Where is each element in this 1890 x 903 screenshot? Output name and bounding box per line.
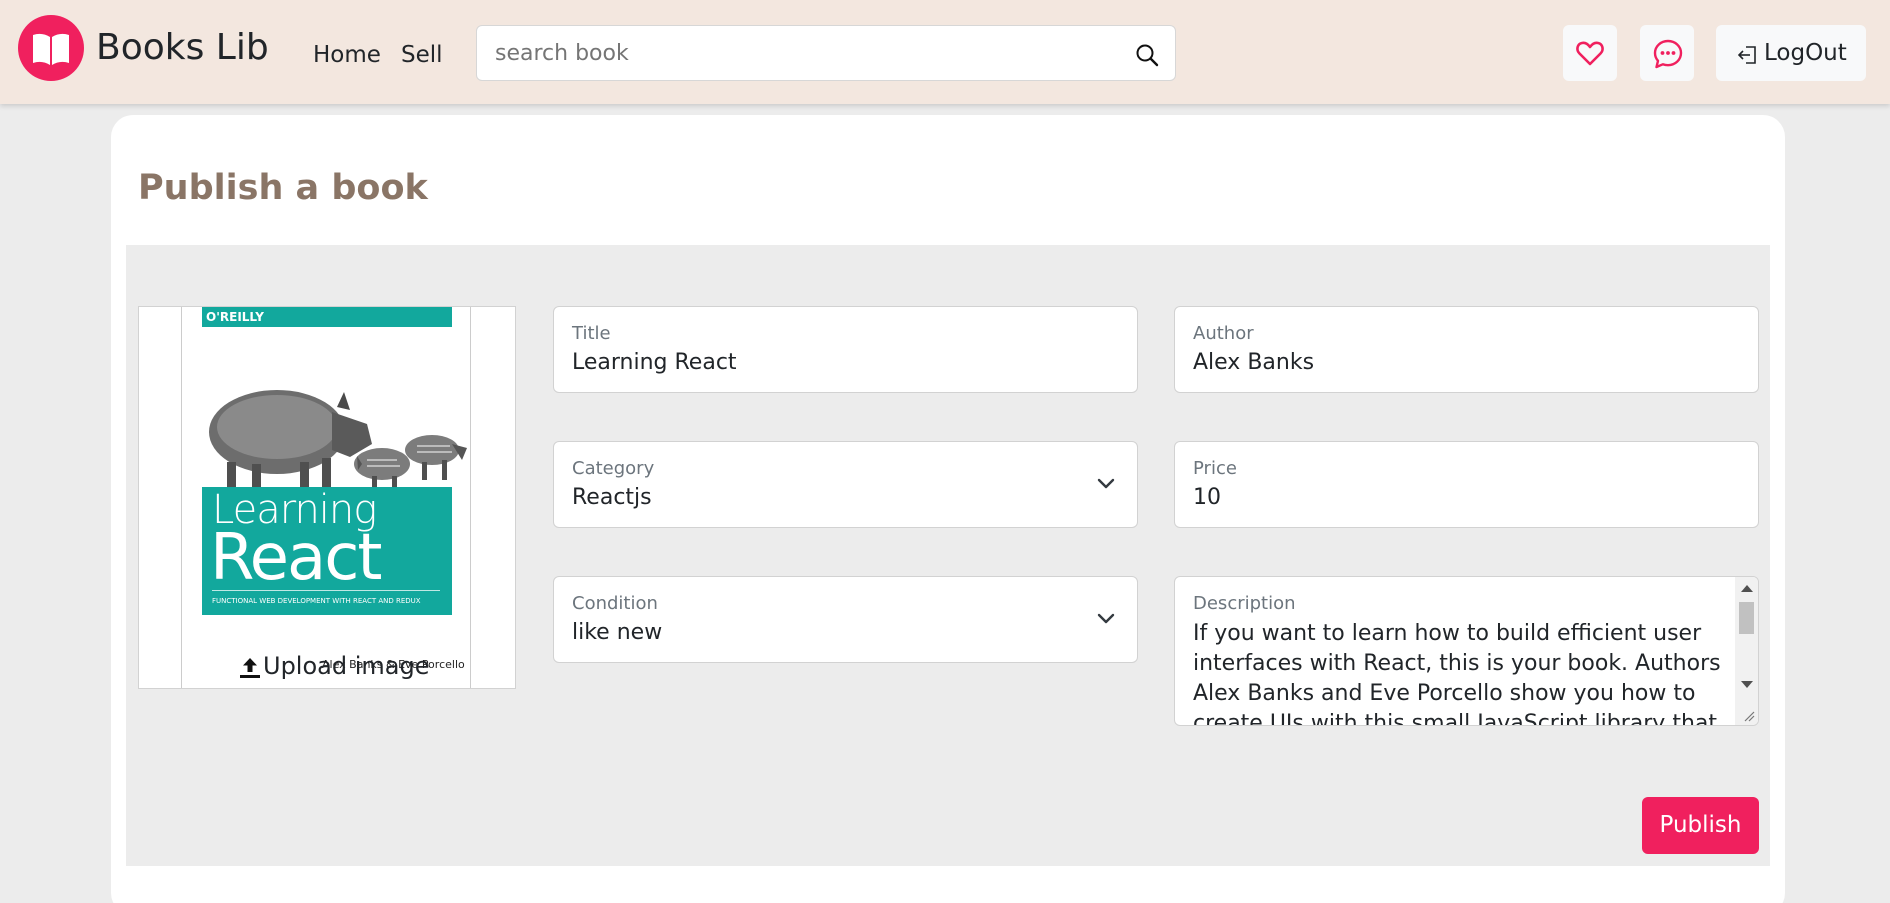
author-field[interactable]: Author Alex Banks [1174,306,1759,393]
title-field[interactable]: Title Learning React [553,306,1138,393]
price-input[interactable]: 10 [1193,484,1221,512]
publish-button[interactable]: Publish [1642,797,1759,854]
page-title: Publish a book [138,168,428,208]
cover-title-line-2: React [210,521,382,595]
chat-bubble-icon [1653,39,1683,69]
search-icon[interactable] [1135,43,1159,67]
condition-select[interactable]: Condition like new [553,576,1138,663]
nav-sell-link[interactable]: Sell [401,40,443,70]
description-scrollbar[interactable] [1735,577,1758,725]
book-cover-image: O'REILLY Learning React FUNCTIONAL WEB D… [181,307,471,688]
condition-label: Condition [572,593,658,614]
description-textarea[interactable]: Description If you want to learn how to … [1174,576,1759,726]
heart-icon [1576,41,1604,66]
description-text[interactable]: If you want to learn how to build effici… [1193,619,1733,725]
cover-publisher-band: O'REILLY [202,307,452,327]
scroll-up-arrow[interactable] [1741,585,1753,592]
resize-handle-icon[interactable] [1743,710,1755,722]
scroll-down-arrow[interactable] [1741,681,1753,688]
search-input[interactable] [495,38,1095,68]
publish-form: O'REILLY Learning React FUNCTIONAL WEB D… [126,245,1770,866]
author-label: Author [1193,323,1254,344]
logo[interactable] [18,15,84,81]
cover-title-band: Learning React FUNCTIONAL WEB DEVELOPMEN… [202,487,452,615]
author-input[interactable]: Alex Banks [1193,349,1314,377]
chevron-down-icon [1097,613,1115,624]
publish-card: Publish a book O'REILLY Learning React F… [111,115,1785,903]
messages-button[interactable] [1640,25,1694,81]
condition-value: like new [572,620,663,645]
logout-icon [1738,46,1756,64]
price-label: Price [1193,458,1237,479]
scrollbar-thumb[interactable] [1739,602,1754,634]
title-input[interactable]: Learning React [572,349,737,377]
search-bar [476,25,1176,81]
category-label: Category [572,458,655,479]
cover-divider [212,590,440,591]
logout-button[interactable]: LogOut [1716,25,1866,81]
category-select[interactable]: Category Reactjs [553,441,1138,528]
upload-icon [240,658,260,678]
title-label: Title [572,323,611,344]
favorites-button[interactable] [1563,25,1617,81]
logout-label: LogOut [1764,40,1847,66]
open-book-icon [33,33,69,65]
cover-publisher: O'REILLY [206,310,264,324]
upload-image-label: Upload image [263,652,430,680]
brand-name[interactable]: Books Lib [96,26,269,70]
nav-home-link[interactable]: Home [313,40,381,70]
cover-boar-illustration [209,390,467,492]
chevron-down-icon [1097,478,1115,489]
image-upload-box[interactable]: O'REILLY Learning React FUNCTIONAL WEB D… [138,306,516,689]
price-field[interactable]: Price 10 [1174,441,1759,528]
cover-subtitle: FUNCTIONAL WEB DEVELOPMENT WITH REACT AN… [212,597,421,605]
top-navbar: Books Lib Home Sell LogOut [0,0,1890,104]
description-label: Description [1193,593,1296,614]
category-value: Reactjs [572,485,652,510]
